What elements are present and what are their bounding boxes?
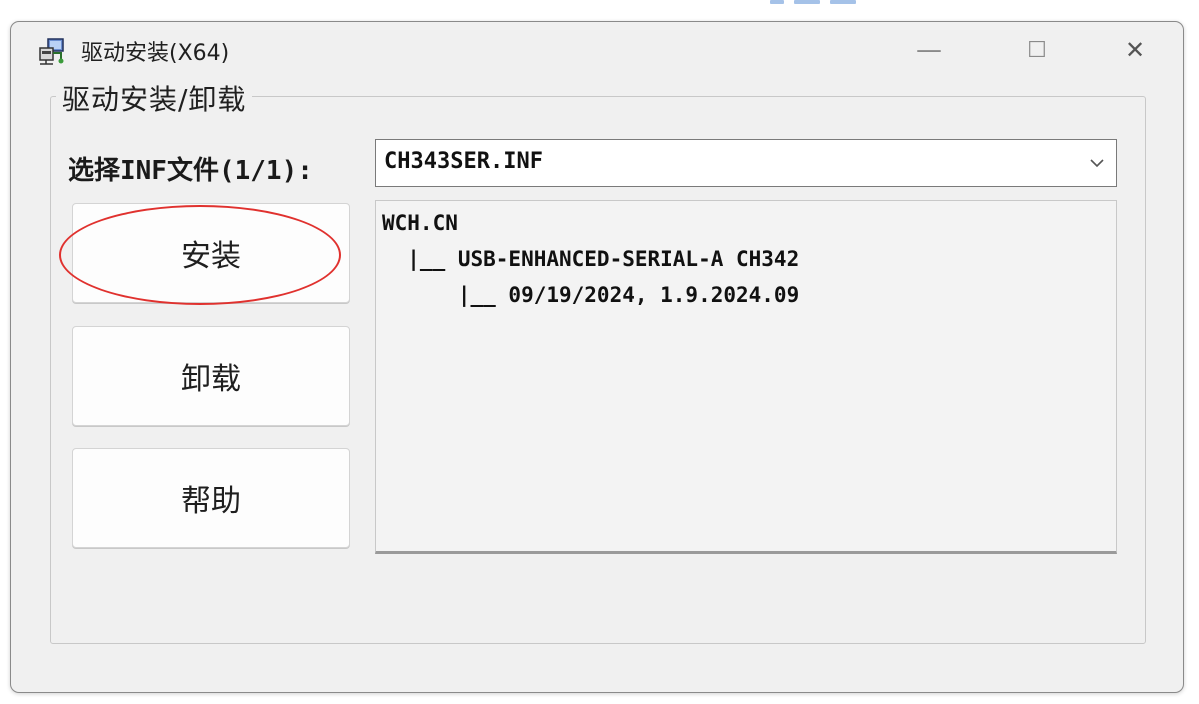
help-button[interactable]: 帮助 (72, 448, 350, 548)
groupbox-title: 驱动安装/卸载 (56, 78, 253, 118)
close-button[interactable]: ✕ (1105, 28, 1165, 72)
window-title: 驱动安装(X64) (81, 41, 230, 66)
title-bar[interactable]: 驱动安装(X64) — ☐ ✕ (11, 22, 1183, 78)
install-button[interactable]: 安装 (72, 203, 350, 303)
info-line-device: |__ USB-ENHANCED-SERIAL-A CH342 (382, 247, 800, 271)
maximize-button[interactable]: ☐ (1007, 28, 1067, 72)
close-icon: ✕ (1124, 36, 1146, 64)
background-artifact (770, 0, 950, 6)
uninstall-button-label: 卸载 (181, 362, 241, 397)
info-line-version: |__ 09/19/2024, 1.9.2024.09 (382, 283, 800, 307)
chevron-down-icon (1090, 159, 1104, 168)
minimize-button[interactable]: — (899, 28, 959, 72)
installer-icon (39, 38, 64, 65)
maximize-icon: ☐ (1027, 37, 1047, 63)
inf-file-value: CH343SER.INF (384, 149, 543, 174)
driver-info-panel: WCH.CN |__ USB-ENHANCED-SERIAL-A CH342 |… (375, 200, 1117, 554)
uninstall-button[interactable]: 卸载 (72, 326, 350, 426)
info-line-vendor: WCH.CN (382, 211, 458, 235)
inf-file-label: 选择INF文件(1/1): (68, 156, 313, 186)
inf-file-select[interactable]: CH343SER.INF (375, 139, 1117, 187)
minimize-icon: — (916, 35, 942, 65)
install-button-label: 安装 (181, 239, 241, 274)
help-button-label: 帮助 (181, 484, 241, 519)
